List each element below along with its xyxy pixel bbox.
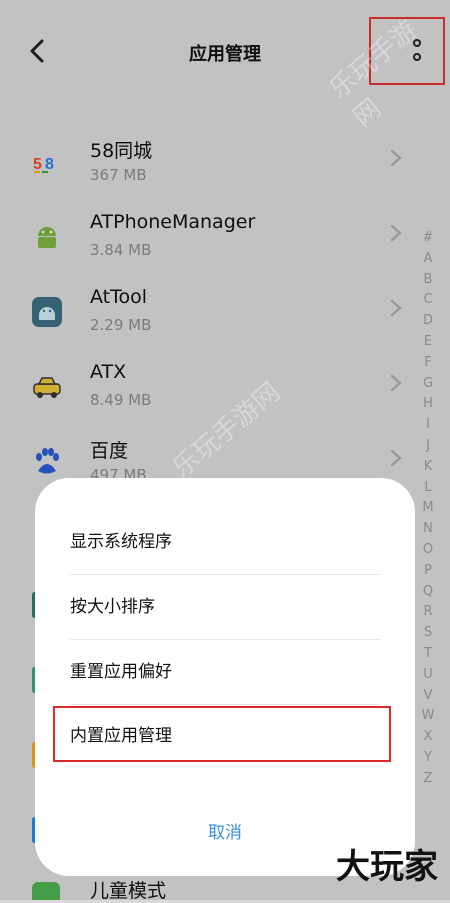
menu-reset-app-preferences[interactable]: 重置应用偏好 [70, 640, 380, 704]
brand-watermark: 大玩家 [336, 847, 438, 887]
options-sheet: 显示系统程序 按大小排序 重置应用偏好 内置应用管理 取消 [35, 478, 415, 876]
selection-highlight [53, 706, 391, 762]
menu-sort-by-size[interactable]: 按大小排序 [70, 575, 380, 639]
menu-show-system-apps[interactable]: 显示系统程序 [70, 510, 380, 574]
